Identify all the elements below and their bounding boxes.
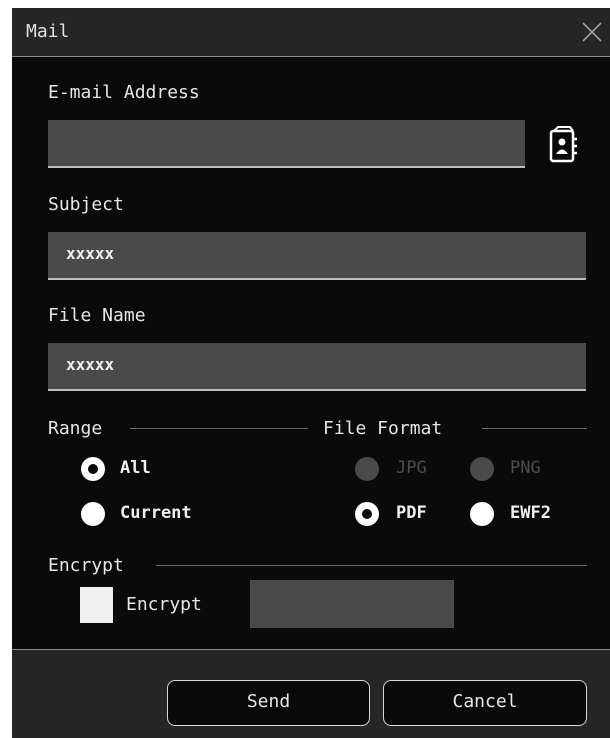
encrypt-password-field[interactable]: [250, 580, 454, 628]
format-jpg-label: JPG: [396, 458, 427, 478]
address-book-icon: [549, 126, 577, 163]
format-ewf2-radio[interactable]: [470, 502, 494, 526]
encrypt-divider: [156, 565, 587, 566]
range-label: Range: [48, 418, 103, 439]
subject-field[interactable]: xxxxx: [48, 232, 586, 280]
format-pdf-radio[interactable]: [355, 502, 379, 526]
title-bar: Mail: [12, 8, 610, 57]
range-all-radio[interactable]: [81, 457, 105, 481]
subject-label: Subject: [48, 194, 124, 215]
format-jpg-radio: [355, 457, 379, 481]
range-current-radio[interactable]: [81, 502, 105, 526]
dialog-title: Mail: [26, 21, 70, 42]
format-ewf2-label: EWF2: [510, 503, 551, 523]
encrypt-checkbox[interactable]: [80, 587, 113, 623]
file-format-divider: [482, 428, 587, 429]
format-png-label: PNG: [510, 458, 541, 478]
cancel-button[interactable]: Cancel: [383, 680, 587, 726]
file-name-field[interactable]: xxxxx: [48, 343, 586, 391]
file-name-label: File Name: [48, 305, 146, 326]
format-pdf-label: PDF: [396, 503, 427, 523]
encrypt-section-label: Encrypt: [48, 555, 124, 576]
format-png-radio: [470, 457, 494, 481]
range-divider: [130, 428, 308, 429]
close-button[interactable]: [574, 14, 610, 50]
mail-dialog: Mail E-mail Address Subject xxxxx File N…: [12, 8, 610, 738]
range-all-label: All: [120, 458, 151, 478]
address-book-button[interactable]: [546, 126, 580, 166]
file-format-label: File Format: [323, 418, 443, 439]
email-label: E-mail Address: [48, 82, 200, 103]
close-icon: [582, 22, 602, 42]
range-current-label: Current: [120, 503, 192, 523]
email-field[interactable]: [48, 120, 525, 168]
dialog-footer: Send Cancel: [12, 650, 610, 738]
send-button[interactable]: Send: [167, 680, 370, 726]
encrypt-checkbox-label: Encrypt: [126, 594, 202, 615]
